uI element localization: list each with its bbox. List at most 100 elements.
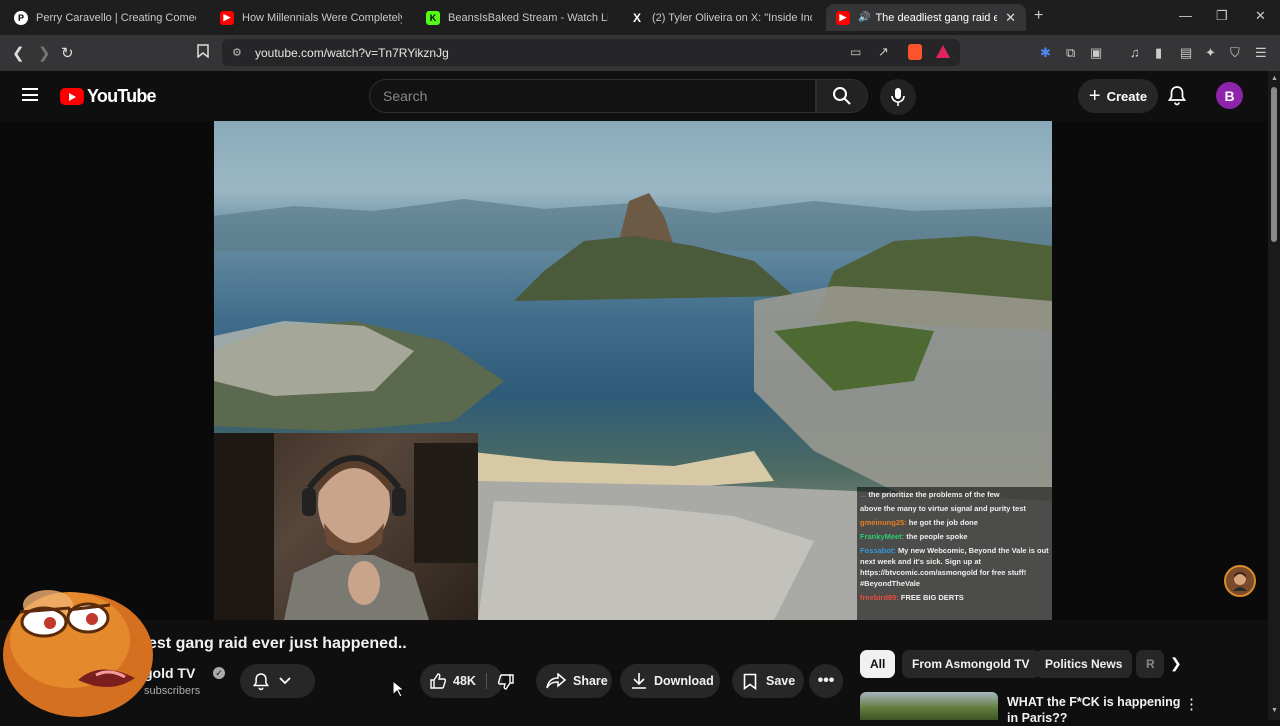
share-page-icon[interactable]: ↗ (878, 44, 889, 60)
browser-tab-2[interactable]: K BeansIsBaked Stream - Watch Live on (416, 4, 618, 31)
chat-text: FREE BIG DERTS (900, 593, 964, 602)
chat-user: ... (860, 490, 867, 499)
share-label: Share (573, 674, 608, 688)
like-dislike-group: 48K (420, 664, 514, 698)
chat-message: freebird95: FREE BIG DERTS (860, 592, 1049, 603)
notifications-bell-icon[interactable] (1167, 85, 1187, 111)
thumbs-up-icon (430, 673, 447, 689)
recommendation-title[interactable]: WHAT the F*CK is happening in Paris?? (1007, 694, 1182, 726)
cast-icon[interactable]: ▭ (850, 45, 861, 59)
chat-text: the people spoke (906, 532, 968, 541)
tab-title: The deadliest gang raid ever j (875, 11, 998, 24)
screenshot-icon[interactable]: ▣ (1090, 45, 1102, 61)
more-vertical-icon[interactable]: ⋮ (1184, 695, 1199, 713)
window-close-icon[interactable]: ✕ (1255, 8, 1266, 24)
dislike-button[interactable] (497, 673, 515, 694)
scroll-down-icon[interactable]: ▼ (1271, 707, 1278, 714)
more-horizontal-icon: ••• (817, 672, 835, 689)
browser-tab-1[interactable]: ▶ How Millennials Were Completely Br (210, 4, 412, 31)
voice-search-button[interactable] (880, 79, 916, 115)
restore-icon[interactable]: ❐ (1216, 8, 1228, 24)
browser-menu-icon[interactable]: ☰ (1255, 45, 1267, 61)
browser-tab-3[interactable]: X (2) Tyler Oliveira on X: "Inside India… (620, 4, 822, 31)
chip-all[interactable]: All (860, 650, 896, 678)
back-icon[interactable]: ❮ (12, 44, 25, 62)
leo-ai-icon[interactable]: ✦ (1205, 45, 1216, 61)
youtube-icon: ▶ (836, 10, 850, 25)
microphone-icon (891, 88, 905, 106)
kick-icon: K (426, 10, 440, 25)
video-title: est gang raid ever just happened.. (148, 635, 407, 652)
like-divider (486, 673, 487, 689)
extensions-puzzle-icon[interactable]: ⧉ (1066, 45, 1075, 61)
url-text: youtube.com/watch?v=Tn7RYikznJg (255, 46, 449, 60)
save-label: Save (766, 674, 796, 688)
page-scrollbar[interactable]: ▲ ▼ (1268, 71, 1280, 720)
create-button[interactable]: + Create (1078, 79, 1158, 113)
tab-title: BeansIsBaked Stream - Watch Live on (448, 11, 608, 24)
chip-partial[interactable]: R (1136, 650, 1164, 678)
browser-toolbar: ❮ ❯ ↻ ⚙ youtube.com/watch?v=Tn7RYikznJg … (0, 35, 1280, 71)
account-avatar[interactable]: B (1216, 82, 1243, 109)
tab-title: (2) Tyler Oliveira on X: "Inside India's (652, 11, 812, 24)
search-button[interactable] (816, 79, 868, 113)
scrollbar-thumb[interactable] (1271, 87, 1277, 242)
download-label: Download (654, 674, 714, 688)
potato-emote-image (3, 590, 153, 717)
share-icon (546, 673, 566, 689)
minimize-icon[interactable]: — (1179, 8, 1192, 23)
vpn-icon[interactable]: ⛉ (1230, 45, 1240, 61)
forward-icon[interactable]: ❯ (38, 44, 51, 62)
hamburger-menu-icon[interactable] (22, 88, 38, 101)
youtube-play-icon (60, 88, 84, 105)
recommendation-thumbnail[interactable] (860, 692, 998, 720)
thumbs-down-icon (497, 674, 514, 690)
brave-shield-icon[interactable] (908, 44, 922, 60)
download-button[interactable]: Download (620, 664, 720, 698)
mouse-cursor-icon (392, 680, 404, 698)
close-tab-icon[interactable]: ✕ (1005, 10, 1016, 26)
chat-text: he got the job done (908, 518, 978, 527)
save-button[interactable]: Save (732, 664, 804, 698)
reload-icon[interactable]: ↻ (61, 44, 74, 62)
brave-rewards-icon[interactable] (936, 45, 950, 58)
chevron-down-icon (279, 677, 291, 685)
chip-politics-news[interactable]: Politics News (1035, 650, 1133, 678)
search-icon (833, 87, 851, 105)
address-bar[interactable]: ⚙ youtube.com/watch?v=Tn7RYikznJg ▭ ↗ (222, 39, 960, 66)
browser-tab-0[interactable]: P Perry Caravello | Creating Comedy, V (4, 4, 206, 31)
chat-user: FrankyMeet: (860, 532, 905, 541)
subscription-notification-button[interactable] (240, 664, 315, 698)
site-info-icon[interactable]: ⚙ (232, 46, 242, 59)
browser-tab-4[interactable]: ▶ 🔊 The deadliest gang raid ever j ✕ (826, 4, 1026, 31)
chat-message: above the many to virtue signal and puri… (860, 503, 1049, 514)
like-button[interactable] (429, 672, 447, 693)
media-icon[interactable]: ♫ (1130, 45, 1140, 60)
creator-avatar-bubble[interactable] (1224, 565, 1256, 597)
video-player[interactable]: ... the prioritize the problems of the f… (214, 121, 1052, 620)
chip-from-asmongold[interactable]: From Asmongold TV (902, 650, 1040, 678)
streamer-webcam (214, 433, 478, 620)
more-actions-button[interactable]: ••• (809, 664, 843, 698)
chat-user: freebird95: (860, 593, 899, 602)
youtube-logo[interactable]: YouTube (60, 86, 157, 107)
browser-tab-bar: P Perry Caravello | Creating Comedy, V ▶… (0, 0, 1280, 35)
tab-title: Perry Caravello | Creating Comedy, V (36, 11, 196, 24)
sidebar-icon[interactable]: ▮ (1155, 45, 1162, 61)
bookmark-icon[interactable] (197, 44, 209, 62)
chat-message: Fossabot: My new Webcomic, Beyond the Va… (860, 545, 1049, 589)
search-input[interactable]: Search (369, 79, 816, 113)
chevron-right-icon[interactable]: ❯ (1170, 655, 1182, 672)
youtube-icon: ▶ (220, 10, 234, 25)
chat-message: ... the prioritize the problems of the f… (860, 489, 1049, 500)
stream-chat-overlay: ... the prioritize the problems of the f… (857, 487, 1052, 620)
share-button[interactable]: Share (536, 664, 612, 698)
new-tab-button[interactable]: + (1034, 7, 1043, 25)
extension-icon[interactable]: ✱ (1040, 45, 1051, 61)
like-count: 48K (453, 674, 476, 688)
scroll-up-icon[interactable]: ▲ (1271, 75, 1278, 82)
chat-message: gmeinung25: he got the job done (860, 517, 1049, 528)
wallet-icon[interactable]: ▤ (1180, 45, 1192, 61)
patreon-icon: P (14, 10, 28, 25)
chat-text: above the many to virtue signal and puri… (860, 504, 1026, 513)
